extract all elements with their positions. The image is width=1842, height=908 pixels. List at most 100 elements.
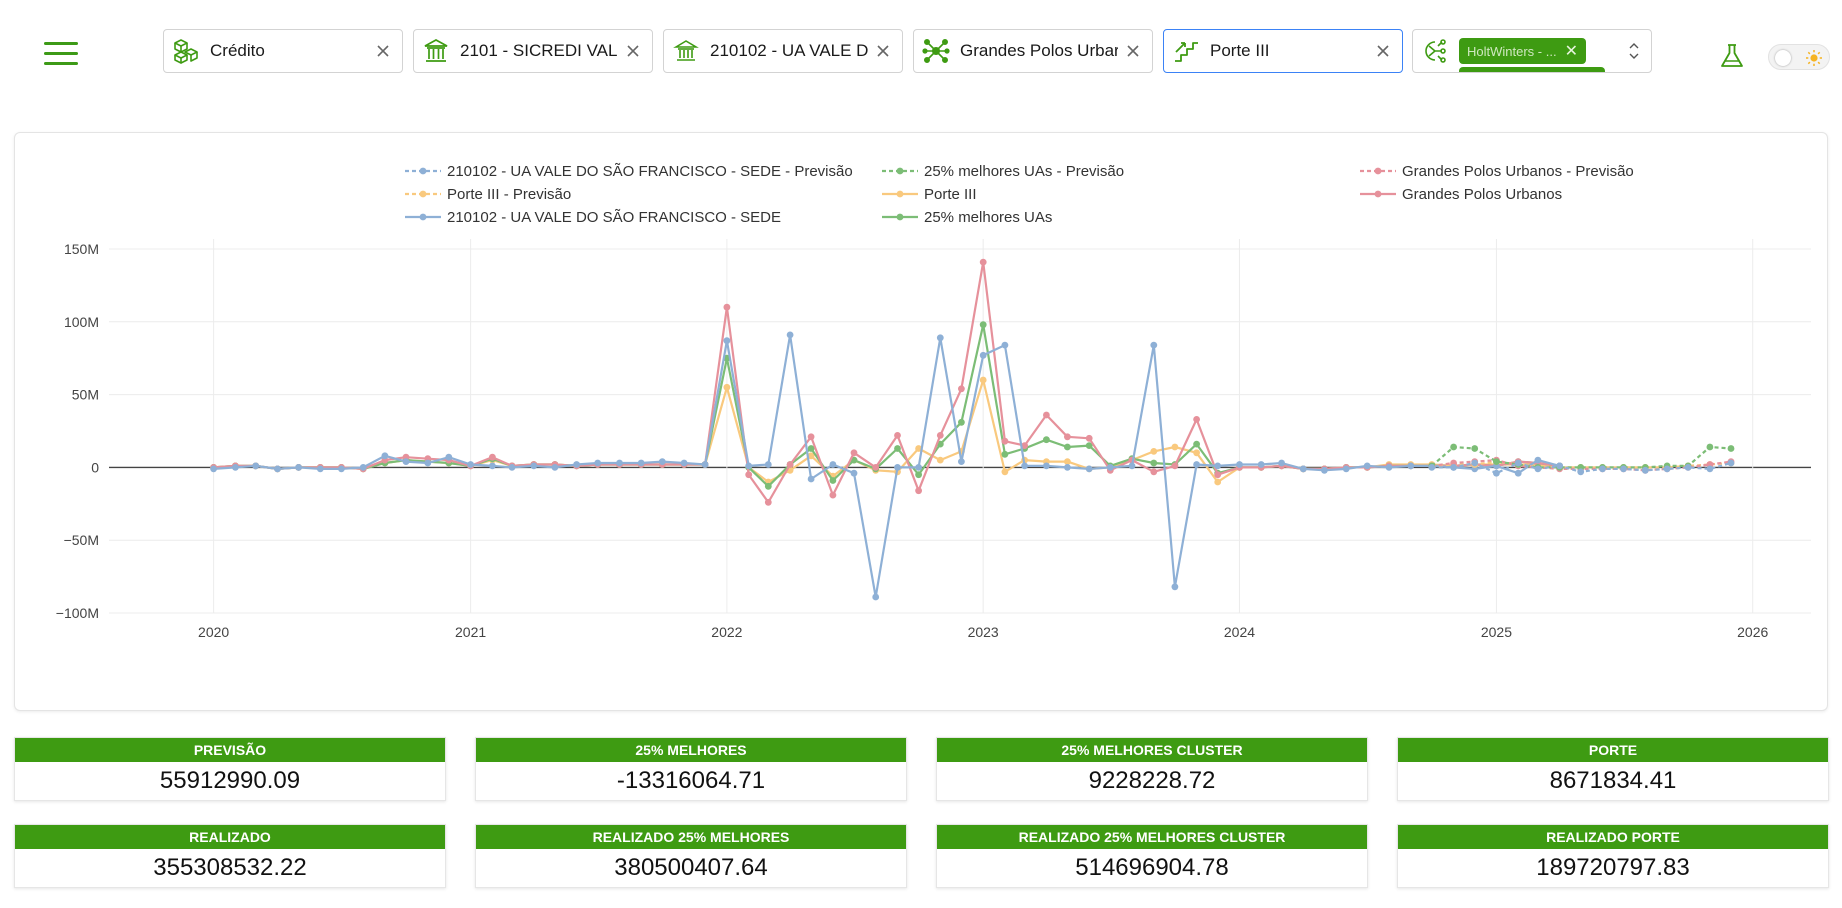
data-point [1150, 468, 1158, 476]
line-chart[interactable]: 150M 100M 50M 0 −50M −100M 2020 2021 2022 2023 202… [15, 133, 1829, 712]
kpi-label: 25% MELHORES [476, 738, 906, 762]
chart-card: 150M 100M 50M 0 −50M −100M 2020 2021 2022 2023 202… [14, 132, 1828, 711]
kpi-label: 25% MELHORES CLUSTER [937, 738, 1367, 762]
data-point [658, 458, 666, 465]
data-point [1064, 464, 1071, 471]
legend-marker [896, 167, 904, 175]
close-icon[interactable] [374, 42, 392, 60]
x-tick-label: 2021 [455, 624, 486, 640]
data-point [764, 482, 772, 490]
data-point [680, 459, 688, 467]
data-point [1641, 466, 1649, 474]
x-tick-label: 2022 [711, 624, 742, 640]
x-tick-label: 2026 [1737, 624, 1768, 640]
filter-unit[interactable]: 210102 - UA VALE D [663, 29, 903, 73]
filter-cluster[interactable]: Grandes Polos Urbar [913, 29, 1153, 73]
x-tick-label: 2023 [968, 624, 999, 640]
model-chip[interactable]: HoltWinters - ... ✕ [1459, 38, 1586, 64]
data-point [1556, 462, 1563, 470]
series-line [213, 333, 1560, 599]
data-point [1193, 449, 1200, 457]
chip-close-icon[interactable]: ✕ [1565, 41, 1578, 61]
kpi-value: -13316064.71 [616, 767, 766, 794]
data-point [1493, 469, 1500, 477]
network-icon [922, 38, 950, 63]
data-point [1001, 450, 1009, 458]
legend-label: Grandes Polos Urbanos [1402, 186, 1562, 203]
data-point [1021, 462, 1028, 470]
menu-bar [44, 52, 78, 55]
data-point [232, 464, 239, 471]
x-tick-label: 2025 [1481, 624, 1512, 640]
kpi-label: PORTE [1398, 738, 1828, 762]
data-point [1684, 464, 1692, 471]
boxes-icon [174, 39, 198, 64]
close-icon[interactable] [624, 42, 642, 60]
data-point [1085, 434, 1093, 442]
data-point [508, 464, 516, 471]
filter-cooperative-text: 2101 - SICREDI VALE [460, 41, 618, 60]
legend-label: Grandes Polos Urbanos - Previsão [1402, 163, 1634, 180]
data-point [359, 464, 367, 471]
data-point [1085, 465, 1093, 473]
y-tick-label: −50M [64, 532, 99, 548]
data-point [252, 462, 260, 470]
data-point [274, 465, 281, 473]
data-point [1385, 464, 1393, 471]
close-icon[interactable] [1124, 42, 1142, 60]
flask-icon[interactable] [1718, 42, 1746, 70]
data-point [551, 464, 559, 471]
data-point [786, 461, 794, 468]
filter-product[interactable]: Crédito [163, 29, 403, 73]
data-point [979, 376, 987, 384]
data-point [338, 465, 345, 473]
data-point [573, 461, 580, 468]
data-point [850, 469, 858, 477]
legend-marker [1374, 190, 1382, 198]
legend-label: 210102 - UA VALE DO SÃO FRANCISCO - SEDE… [447, 163, 853, 180]
chip-overflow-indicator [1459, 67, 1605, 72]
close-icon[interactable] [874, 42, 892, 60]
y-tick-label: 150M [64, 241, 99, 257]
data-point [1363, 462, 1371, 470]
data-point [1471, 445, 1479, 452]
data-point [1193, 416, 1200, 423]
legend-marker [896, 213, 904, 221]
data-point [807, 433, 815, 441]
close-icon[interactable] [1374, 42, 1392, 60]
kpi-card-porte: PORTE 8671834.41 [1397, 737, 1829, 801]
data-point [829, 461, 837, 468]
model-select[interactable]: HoltWinters - ... ✕ [1412, 29, 1652, 73]
data-point [316, 465, 324, 473]
data-point [1064, 458, 1071, 465]
bank-small-icon [673, 40, 699, 61]
legend-marker [896, 190, 904, 198]
data-point [1428, 464, 1436, 471]
legend-label: 25% melhores UAs [924, 209, 1052, 226]
data-point [530, 462, 538, 470]
data-point [958, 418, 965, 426]
legend-marker [419, 167, 427, 175]
hamburger-menu-button[interactable] [44, 42, 78, 68]
sun-icon [1806, 50, 1822, 66]
chevron-updown-icon[interactable] [1627, 40, 1641, 62]
data-point [1599, 465, 1606, 473]
y-tick-label: −100M [56, 605, 99, 621]
filter-cooperative[interactable]: 2101 - SICREDI VALE [413, 29, 653, 73]
data-point [979, 258, 987, 266]
data-point [979, 321, 987, 329]
y-tick-label: 0 [91, 459, 99, 475]
kpi-value: 514696904.78 [1075, 854, 1229, 881]
data-point [1150, 448, 1158, 455]
data-point [1299, 465, 1307, 473]
data-point [1214, 478, 1222, 486]
theme-toggle[interactable] [1768, 44, 1830, 70]
data-point [1171, 462, 1179, 470]
filter-size[interactable]: Porte III [1163, 29, 1403, 73]
data-point [1450, 443, 1457, 451]
data-point [637, 459, 645, 467]
data-point [1171, 583, 1179, 591]
kpi-label: REALIZADO 25% MELHORES CLUSTER [937, 825, 1367, 849]
data-point [381, 452, 389, 460]
data-point [1706, 465, 1714, 473]
